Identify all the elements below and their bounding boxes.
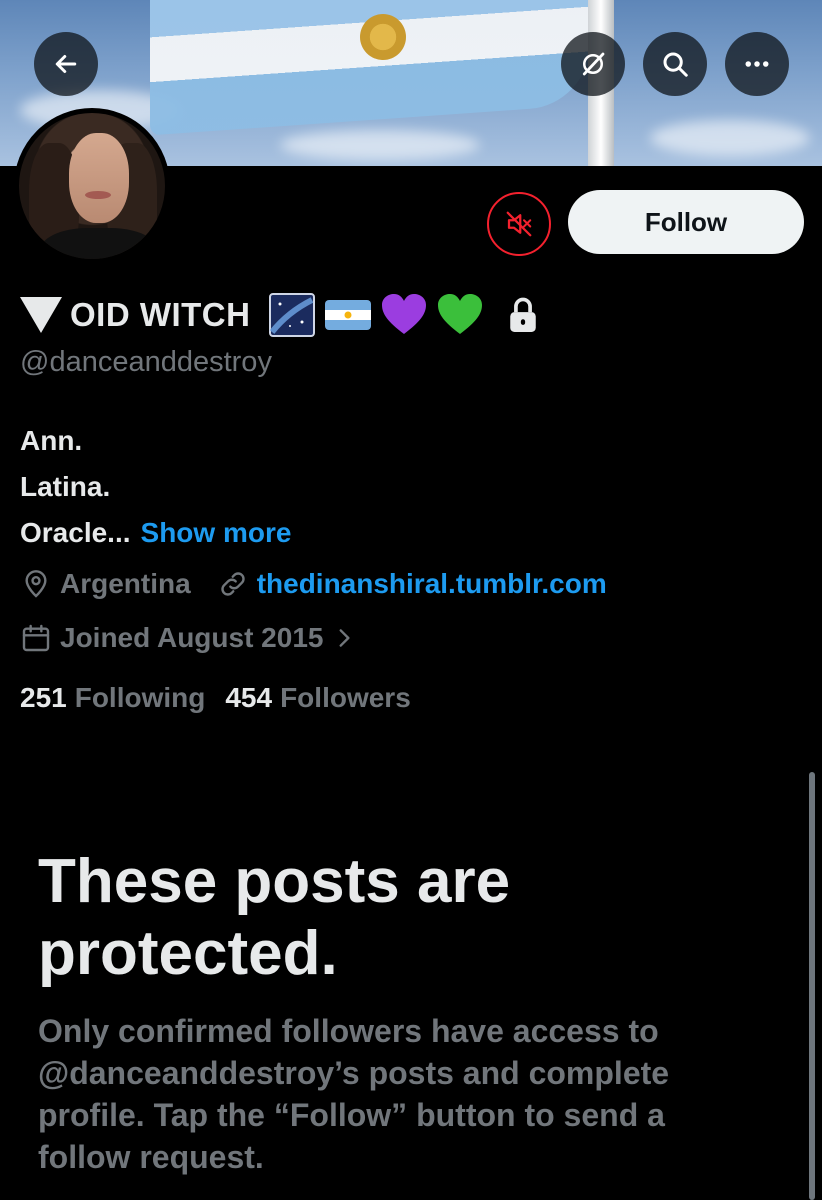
followers-link[interactable]: 454 Followers xyxy=(225,682,410,714)
user-handle: @danceanddestroy xyxy=(20,346,272,378)
followers-count: 454 xyxy=(225,682,273,713)
back-button[interactable] xyxy=(34,32,98,96)
scrollbar[interactable] xyxy=(809,772,815,1200)
triangle-glyph xyxy=(20,297,62,333)
lock-icon xyxy=(510,297,537,332)
grok-button[interactable] xyxy=(561,32,625,96)
arrow-left-icon xyxy=(55,55,77,73)
protected-title: These posts are protected. xyxy=(38,847,511,988)
display-name: OID WITCH xyxy=(70,296,251,333)
protected-description: Only confirmed followers have access to … xyxy=(38,1013,670,1175)
display-name-row: OID WITCH xyxy=(20,288,540,342)
bio-line: Oracle... xyxy=(20,517,131,548)
website-link[interactable]: thedinanshiral.tumblr.com xyxy=(257,568,607,600)
calendar-icon xyxy=(22,624,50,652)
bio-line: Ann. xyxy=(20,425,83,456)
following-link[interactable]: 251 Following xyxy=(20,682,205,714)
purple-heart-emoji-icon xyxy=(382,294,427,334)
joined-row[interactable]: Joined August 2015 xyxy=(20,622,365,654)
milky-way-emoji-icon xyxy=(269,293,316,337)
search-button[interactable] xyxy=(643,32,707,96)
show-more-link[interactable]: Show more xyxy=(141,517,292,548)
follow-button[interactable]: Follow xyxy=(568,190,804,254)
location-pin-icon xyxy=(25,570,47,598)
green-heart-emoji-icon xyxy=(438,294,483,334)
joined-text: Joined August 2015 xyxy=(60,622,324,653)
following-count: 251 xyxy=(20,682,67,713)
avatar[interactable] xyxy=(14,108,170,264)
bio: Ann. Latina. Oracle... Show more xyxy=(20,418,291,556)
following-label: Following xyxy=(74,682,206,713)
bio-line: Latina. xyxy=(20,471,111,502)
search-icon xyxy=(663,52,688,77)
profile-meta-row: Argentina thedinanshiral.tumblr.com xyxy=(20,568,607,600)
location-text: Argentina xyxy=(60,568,191,599)
chevron-right-icon xyxy=(340,629,351,647)
followers-label: Followers xyxy=(280,682,411,713)
more-button[interactable] xyxy=(725,32,789,96)
link-icon xyxy=(221,572,245,596)
grok-icon xyxy=(582,52,605,76)
follow-counts: 251 Following 454 Followers xyxy=(20,682,411,714)
more-horizontal-icon xyxy=(745,61,769,67)
argentina-flag-emoji-icon xyxy=(325,300,372,330)
unmute-button[interactable] xyxy=(487,192,551,256)
muted-speaker-icon xyxy=(506,211,532,237)
